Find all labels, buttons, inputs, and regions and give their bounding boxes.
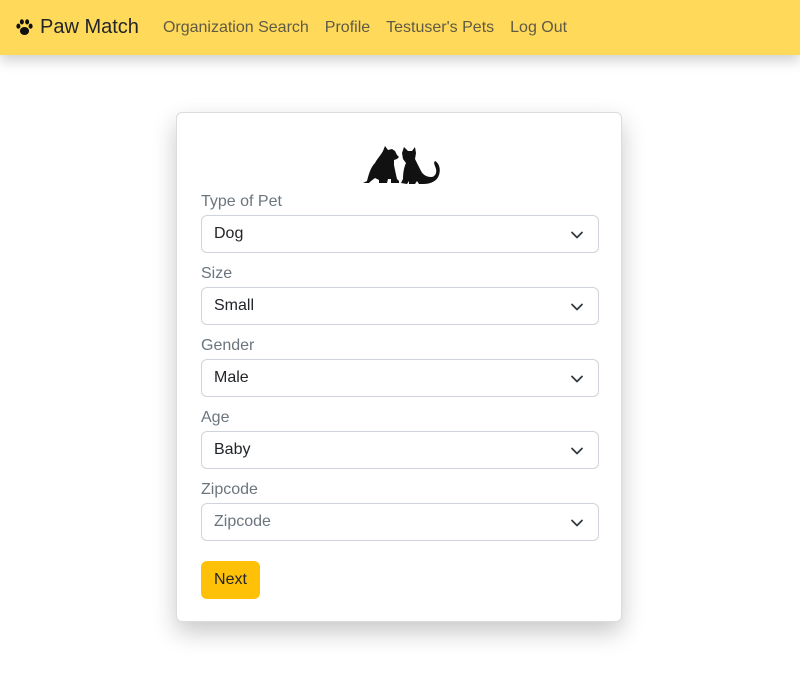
zipcode-label: Zipcode [201, 481, 258, 498]
age-label: Age [201, 409, 230, 426]
next-button[interactable]: Next [201, 561, 260, 599]
chevron-down-icon [571, 231, 583, 239]
chevron-down-icon [571, 303, 583, 311]
brand-name: Paw Match [40, 16, 139, 38]
size-value: Small [214, 297, 255, 314]
chevron-down-icon [571, 519, 583, 527]
zipcode-value: Zipcode [214, 513, 271, 530]
chevron-down-icon [571, 447, 583, 455]
type-of-pet-value: Dog [214, 225, 244, 242]
age-select[interactable]: Baby [201, 431, 599, 469]
dog-and-cat-silhouette-icon [363, 146, 440, 184]
zipcode-select[interactable]: Zipcode [201, 503, 599, 541]
age-value: Baby [214, 441, 251, 458]
nav-log-out[interactable]: Log Out [510, 19, 567, 37]
brand-link[interactable]: Paw Match [14, 16, 139, 39]
size-select[interactable]: Small [201, 287, 599, 325]
size-label: Size [201, 265, 233, 282]
gender-value: Male [214, 369, 249, 386]
gender-select[interactable]: Male [201, 359, 599, 397]
type-of-pet-label: Type of Pet [201, 193, 282, 210]
nav-profile[interactable]: Profile [325, 19, 370, 37]
nav-organization-search[interactable]: Organization Search [163, 19, 309, 37]
chevron-down-icon [571, 375, 583, 383]
pet-search-card: Type of Pet Dog Size Small Gender Male A… [176, 112, 622, 622]
nav-user-pets[interactable]: Testuser's Pets [386, 19, 494, 37]
type-of-pet-select[interactable]: Dog [201, 215, 599, 253]
navbar: Paw Match Organization Search Profile Te… [0, 0, 800, 55]
paw-icon [16, 19, 33, 36]
gender-label: Gender [201, 337, 255, 354]
